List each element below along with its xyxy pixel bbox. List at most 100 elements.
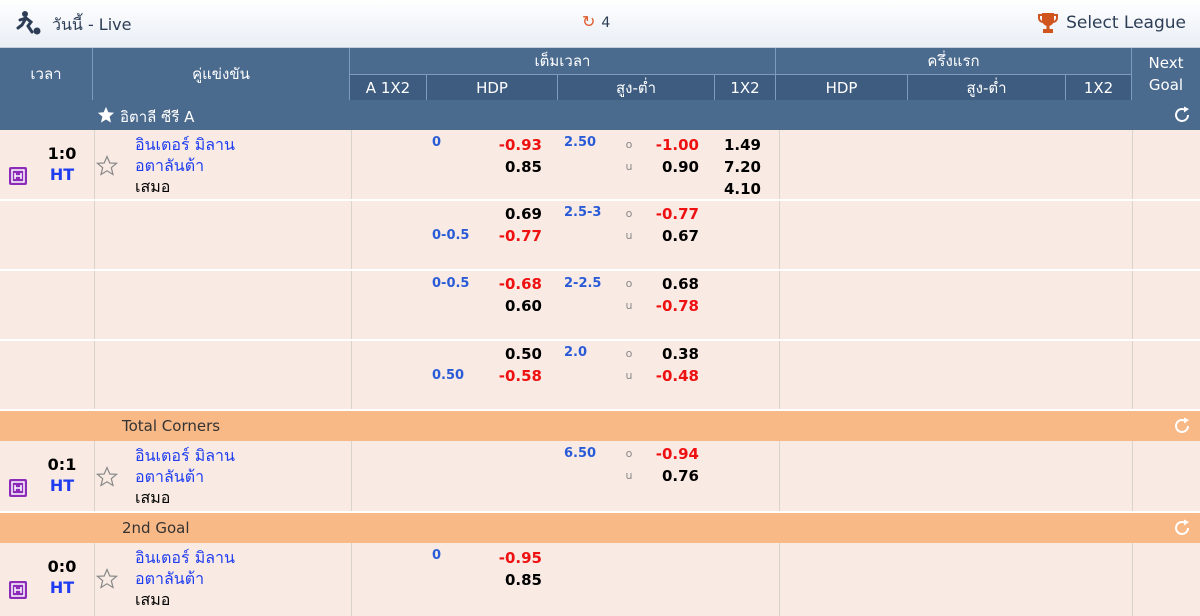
- match-row-1-alt-1: 0.69 0-0.5 -0.77 2.5-3 o u -0.77 0.67: [0, 201, 1200, 271]
- match-time: 1:0 HT: [40, 144, 84, 186]
- ou-over-odd[interactable]: -0.77: [645, 203, 699, 225]
- refresh-button[interactable]: ↻ 4: [582, 12, 610, 31]
- refresh-icon[interactable]: [1172, 416, 1192, 436]
- live-tv-icon[interactable]: [8, 580, 28, 600]
- page-title: วันนี้ - Live: [52, 15, 132, 34]
- ou-under-odd[interactable]: 0.67: [645, 225, 699, 247]
- favorite-star-icon[interactable]: [96, 568, 118, 590]
- home-team[interactable]: อินเตอร์ มิลาน: [135, 445, 235, 466]
- ou-under-odd[interactable]: 0.76: [645, 465, 699, 487]
- hdp-line: 0.50: [432, 368, 465, 383]
- hdp-home-odd[interactable]: 0.50: [490, 343, 542, 365]
- match-score: 0:0: [47, 557, 77, 576]
- match-row-2: 0:1 HT อินเตอร์ มิลาน อตาลันต้า เสมอ 6.5…: [0, 441, 1200, 513]
- under-label: u: [625, 369, 633, 382]
- table-header: เวลา คู่แข่งขัน เต็มเวลา ครึ่งแรก Next G…: [0, 48, 1200, 100]
- match-row-3: 0:0 HT อินเตอร์ มิลาน อตาลันต้า เสมอ 0 -…: [0, 543, 1200, 616]
- draw-label: เสมอ: [135, 488, 171, 507]
- ou-over-odd[interactable]: 0.68: [645, 273, 699, 295]
- ou-over-odd[interactable]: -1.00: [645, 134, 699, 156]
- match-status: HT: [49, 476, 75, 495]
- match-row-1: 1:0 HT อินเตอร์ มิลาน อตาลันต้า เสมอ 0 -…: [0, 130, 1200, 201]
- hdp-line: 0-0.5: [432, 276, 470, 291]
- away-team[interactable]: อตาลันต้า: [135, 568, 235, 589]
- favorite-star-icon[interactable]: [96, 466, 118, 488]
- match-teams: อินเตอร์ มิลาน อตาลันต้า เสมอ: [135, 134, 235, 197]
- match-status: HT: [49, 578, 75, 597]
- hdp-away-odd[interactable]: -0.58: [490, 365, 542, 387]
- soccer-player-icon: [16, 11, 41, 35]
- hdp-away-odd[interactable]: -0.77: [490, 225, 542, 247]
- hdp-home-odd[interactable]: -0.93: [490, 134, 542, 156]
- hdp-away-odd[interactable]: 0.85: [490, 156, 542, 178]
- league-name: อิตาลี ซีรี A: [120, 108, 195, 126]
- draw-label: เสมอ: [135, 177, 171, 196]
- live-tv-icon[interactable]: [8, 478, 28, 498]
- over-label: o: [625, 138, 633, 151]
- over-label: o: [625, 277, 633, 290]
- star-icon[interactable]: [97, 106, 115, 124]
- hdp-line: 0: [432, 135, 442, 150]
- hdp-away-odd[interactable]: 0.85: [490, 569, 542, 591]
- match-status: HT: [49, 165, 75, 184]
- header-fh-hdp: HDP: [776, 74, 908, 100]
- header-ft-ou: สูง-ต่ำ: [558, 74, 715, 100]
- x12-home-odd[interactable]: 1.49: [715, 134, 761, 156]
- refresh-icon[interactable]: [1172, 105, 1192, 125]
- home-team[interactable]: อินเตอร์ มิลาน: [135, 547, 235, 568]
- ou-line: 6.50: [564, 446, 597, 461]
- hdp-line: 0-0.5: [432, 228, 470, 243]
- section-title: 2nd Goal: [122, 519, 190, 537]
- x12-away-odd[interactable]: 7.20: [715, 156, 761, 178]
- section-2nd-goal[interactable]: 2nd Goal: [0, 513, 1200, 543]
- ou-line: 2.50: [564, 135, 597, 150]
- hdp-line: 0: [432, 548, 442, 563]
- ou-under-odd[interactable]: -0.78: [645, 295, 699, 317]
- header-next-goal: Next Goal: [1148, 54, 1184, 94]
- away-team[interactable]: อตาลันต้า: [135, 155, 235, 176]
- over-label: o: [625, 207, 633, 220]
- refresh-icon: ↻: [582, 12, 596, 31]
- header-match: คู่แข่งขัน: [93, 48, 350, 100]
- header-fh-ou: สูง-ต่ำ: [908, 74, 1066, 100]
- match-time: 0:0 HT: [40, 557, 84, 599]
- match-row-1-alt-3: 0.50 0.50 -0.58 2.0 o u 0.38 -0.48: [0, 341, 1200, 411]
- section-title: Total Corners: [122, 417, 221, 435]
- ou-under-odd[interactable]: -0.48: [645, 365, 699, 387]
- select-league-label: Select League: [1066, 13, 1186, 33]
- section-total-corners[interactable]: Total Corners: [0, 411, 1200, 441]
- hdp-away-odd[interactable]: 0.60: [490, 295, 542, 317]
- ou-over-odd[interactable]: 0.38: [645, 343, 699, 365]
- ou-line: 2-2.5: [564, 276, 602, 291]
- match-teams: อินเตอร์ มิลาน อตาลันต้า เสมอ: [135, 547, 235, 610]
- header-time: เวลา: [0, 48, 93, 100]
- ou-under-odd[interactable]: 0.90: [645, 156, 699, 178]
- under-label: u: [625, 229, 633, 242]
- live-tv-icon[interactable]: [8, 166, 28, 186]
- header-ft-hdp: HDP: [427, 74, 558, 100]
- under-label: u: [625, 299, 633, 312]
- header-firsthalf: ครึ่งแรก: [776, 48, 1132, 74]
- refresh-icon[interactable]: [1172, 518, 1192, 538]
- under-label: u: [625, 160, 633, 173]
- hdp-home-odd[interactable]: 0.69: [490, 203, 542, 225]
- away-team[interactable]: อตาลันต้า: [135, 466, 235, 487]
- over-label: o: [625, 447, 633, 460]
- trophy-icon: [1038, 13, 1059, 33]
- x12-draw-odd[interactable]: 4.10: [715, 178, 761, 200]
- match-teams: อินเตอร์ มิลาน อตาลันต้า เสมอ: [135, 445, 235, 508]
- header-fulltime: เต็มเวลา: [350, 48, 776, 74]
- favorite-star-icon[interactable]: [96, 155, 118, 177]
- hdp-home-odd[interactable]: -0.95: [490, 547, 542, 569]
- hdp-home-odd[interactable]: -0.68: [490, 273, 542, 295]
- select-league-button[interactable]: Select League: [1038, 12, 1186, 34]
- header-ft-a1x2: A 1X2: [350, 74, 427, 100]
- over-label: o: [625, 347, 633, 360]
- ou-line: 2.0: [564, 345, 588, 360]
- match-score: 1:0: [47, 144, 77, 163]
- home-team[interactable]: อินเตอร์ มิลาน: [135, 134, 235, 155]
- match-row-1-alt-2: 0-0.5 -0.68 0.60 2-2.5 o u 0.68 -0.78: [0, 271, 1200, 341]
- league-header[interactable]: อิตาลี ซีรี A: [0, 100, 1200, 130]
- ou-over-odd[interactable]: -0.94: [645, 443, 699, 465]
- under-label: u: [625, 469, 633, 482]
